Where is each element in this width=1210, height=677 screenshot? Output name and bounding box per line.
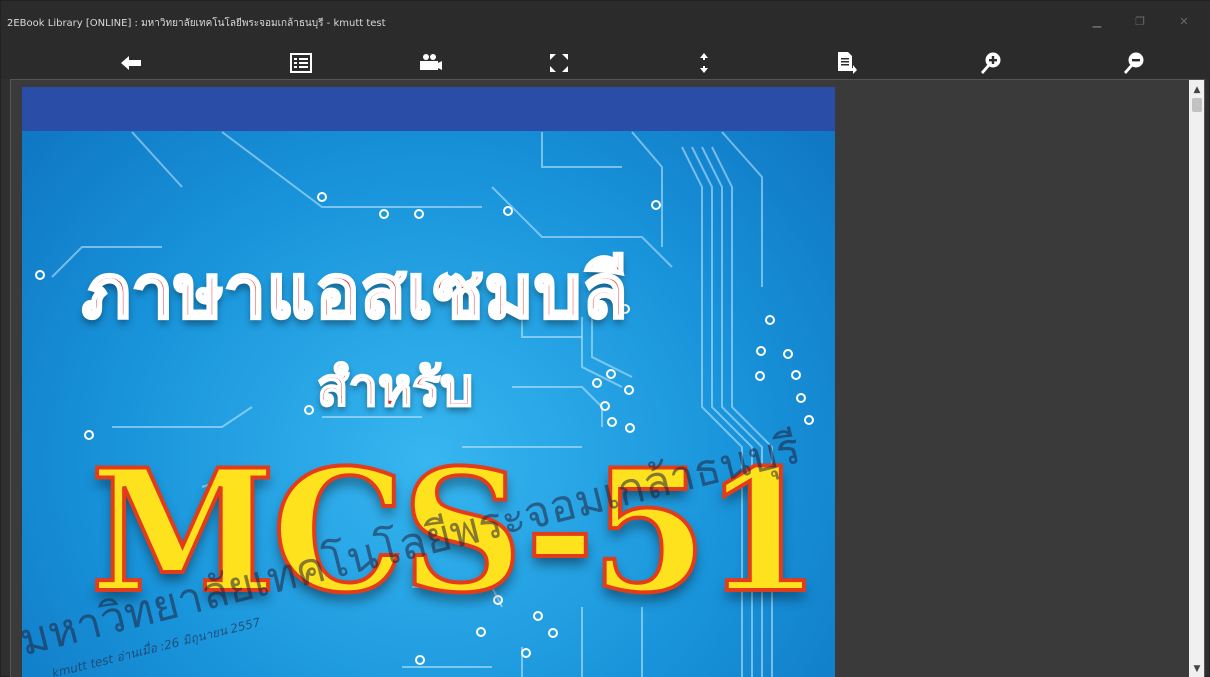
zoom-out-button[interactable]	[1116, 50, 1152, 76]
vertical-scrollbar[interactable]: ▲ ▼	[1189, 80, 1204, 677]
app-window: 2EBook Library [ONLINE] : มหาวิทยาลัยเทค…	[0, 0, 1210, 677]
scroll-up-icon[interactable]: ▲	[1189, 82, 1204, 98]
fit-height-button[interactable]	[686, 50, 722, 76]
zoom-in-icon	[981, 52, 1001, 74]
title-bar: 2EBook Library [ONLINE] : มหาวิทยาลัยเทค…	[1, 1, 1210, 45]
back-button[interactable]	[113, 50, 149, 76]
slideshow-button[interactable]	[412, 50, 448, 76]
document-viewer[interactable]: ภาษาแอสเซมบลี สำหรับ MCS-51 มหาวิทยาลัยเ…	[10, 79, 1205, 677]
fullscreen-icon	[550, 54, 568, 72]
maximize-icon[interactable]: ❐	[1129, 13, 1151, 31]
book-cover-page: ภาษาแอสเซมบลี สำหรับ MCS-51 มหาวิทยาลัยเ…	[22, 87, 835, 677]
export-page-button[interactable]	[829, 50, 865, 76]
close-icon[interactable]: ✕	[1173, 13, 1195, 31]
table-of-contents-button[interactable]	[283, 50, 319, 76]
fullscreen-button[interactable]	[541, 50, 577, 76]
fit-height-icon	[700, 53, 708, 73]
window-title: 2EBook Library [ONLINE] : มหาวิทยาลัยเทค…	[7, 18, 386, 29]
toolbar	[1, 45, 1210, 79]
cover-title-thai: ภาษาแอสเซมบลี	[81, 248, 630, 337]
scroll-thumb[interactable]	[1192, 98, 1202, 112]
back-arrow-icon	[121, 56, 141, 70]
export-page-icon	[838, 52, 857, 74]
cover-subtitle-for: สำหรับ	[316, 356, 474, 419]
scroll-down-icon[interactable]: ▼	[1189, 661, 1204, 677]
zoom-in-button[interactable]	[973, 50, 1009, 76]
minimize-icon[interactable]: ▁	[1086, 13, 1108, 31]
zoom-out-icon	[1124, 52, 1144, 74]
slideshow-camera-icon	[420, 54, 442, 70]
table-of-contents-icon	[290, 53, 312, 73]
